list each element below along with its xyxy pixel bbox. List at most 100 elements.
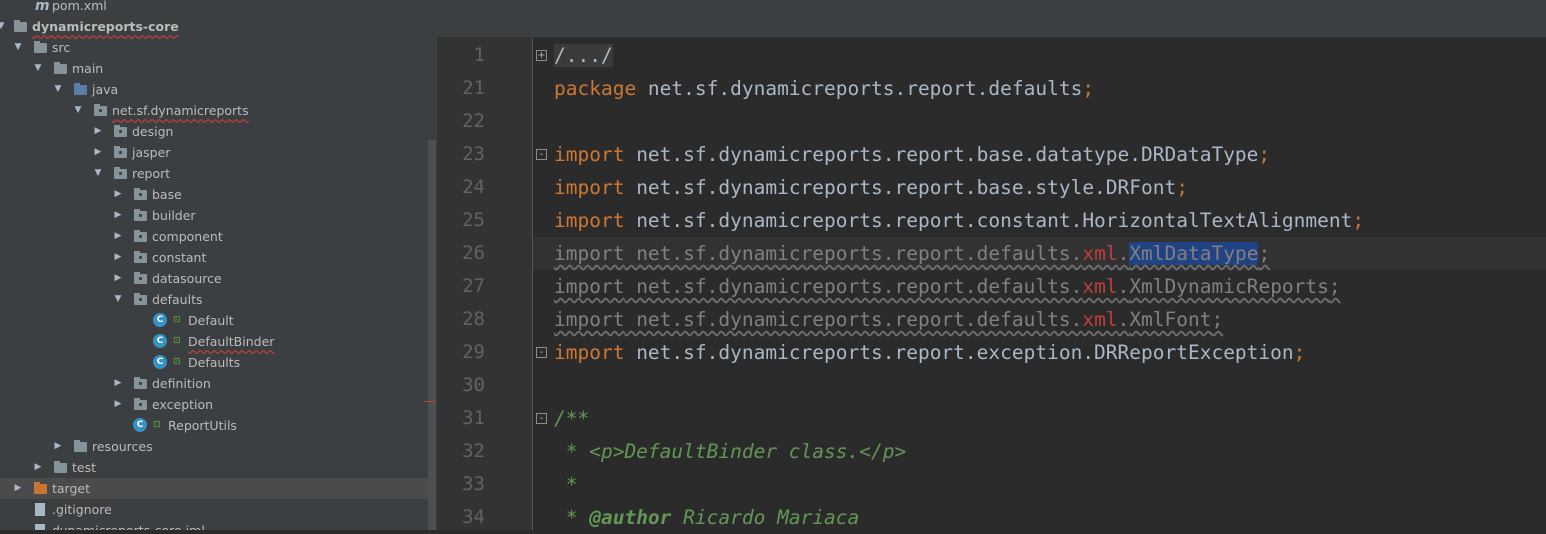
tree-item-net-sf-dynamicreports[interactable]: ▼ net.sf.dynamicreports: [0, 100, 428, 121]
tree-item-label: exception: [152, 397, 214, 412]
tree-item-report[interactable]: ▼ report: [0, 163, 428, 184]
dot: .: [1117, 308, 1130, 331]
tree-item-test[interactable]: ▶ test: [0, 457, 428, 478]
code-line-33[interactable]: *: [554, 468, 578, 501]
chevron-right-icon[interactable]: ▶: [113, 268, 123, 289]
tree-item-builder[interactable]: ▶ builder: [0, 205, 428, 226]
code-line-25[interactable]: import net.sf.dynamicreports.report.cons…: [554, 204, 1364, 237]
package-icon: [114, 125, 127, 137]
semicolon: ;: [1082, 77, 1095, 100]
project-tree[interactable]: m pom.xml ▼ dynamicreports-core ▼ src ▼ …: [0, 0, 437, 530]
code-line-27[interactable]: import net.sf.dynamicreports.report.defa…: [554, 270, 1341, 303]
package-path: net.sf.dynamicreports.report.defaults: [636, 77, 1083, 100]
code-line-31[interactable]: /**: [554, 402, 589, 435]
tree-item-datasource[interactable]: ▶ datasource: [0, 268, 428, 289]
line-number: 1: [473, 44, 485, 66]
tree-item-definition[interactable]: ▶ definition: [0, 373, 428, 394]
code-line-34[interactable]: * @author Ricardo Mariaca: [554, 501, 860, 534]
chevron-down-icon[interactable]: ▼: [13, 37, 23, 58]
import-path: net.sf.dynamicreports.report.constant.Ho…: [624, 209, 1353, 232]
chevron-down-icon[interactable]: ▼: [113, 289, 123, 310]
line-number: 24: [462, 176, 485, 198]
folder-icon: [34, 41, 47, 53]
line-number: 26: [462, 242, 485, 264]
code-line-21[interactable]: package net.sf.dynamicreports.report.def…: [554, 72, 1094, 105]
chevron-right-icon[interactable]: ▶: [93, 121, 103, 142]
tree-item-dynamicreports-core[interactable]: ▼ dynamicreports-core: [0, 16, 428, 37]
chevron-right-icon[interactable]: ▶: [33, 457, 43, 478]
tree-item-label: target: [52, 481, 91, 496]
chevron-right-icon[interactable]: ▶: [113, 205, 123, 226]
tree-item-target[interactable]: ▶ target: [0, 478, 428, 499]
chevron-right-icon[interactable]: ▶: [13, 478, 23, 499]
chevron-down-icon[interactable]: ▼: [73, 100, 83, 121]
chevron-down-icon[interactable]: ▼: [53, 79, 63, 100]
package-icon: [134, 377, 147, 389]
tree-item-constant[interactable]: ▶ constant: [0, 247, 428, 268]
code-line-29[interactable]: import net.sf.dynamicreports.report.exce…: [554, 336, 1305, 369]
tree-item-label: src: [52, 40, 71, 55]
tree-item-pom-xml[interactable]: m pom.xml: [0, 0, 428, 16]
tree-item-label: constant: [152, 250, 207, 265]
tree-item-src[interactable]: ▼ src: [0, 37, 428, 58]
code-editor[interactable]: 1 21 22 23 24 25 26 27 28 29 30 31 32 33…: [437, 0, 1546, 530]
chevron-down-icon[interactable]: ▼: [93, 163, 103, 184]
class-name: XmlDynamicReports: [1129, 275, 1329, 298]
tree-item-label: dynamicreports-core.iml: [52, 520, 205, 530]
fold-collapse-icon[interactable]: -: [536, 413, 547, 424]
chevron-right-icon[interactable]: ▶: [53, 436, 63, 457]
tree-item-label: pom.xml: [52, 0, 107, 13]
tree-item-label: .gitignore: [52, 502, 112, 517]
tree-item-reportutils[interactable]: C ⊡ ReportUtils: [0, 415, 428, 436]
tree-item-gitignore[interactable]: .gitignore: [0, 499, 428, 520]
chevron-down-icon[interactable]: ▼: [0, 16, 6, 37]
tree-item-iml[interactable]: dynamicreports-core.iml: [0, 520, 428, 530]
code-line-23[interactable]: import net.sf.dynamicreports.report.base…: [554, 138, 1270, 171]
tree-item-jasper[interactable]: ▶ jasper: [0, 142, 428, 163]
code-line-1[interactable]: /.../: [554, 39, 613, 72]
chevron-right-icon[interactable]: ▶: [113, 373, 123, 394]
tree-scrollbar[interactable]: [428, 140, 436, 530]
tree-item-design[interactable]: ▶ design: [0, 121, 428, 142]
package-icon: [114, 167, 127, 179]
tree-item-defaultbinder[interactable]: C ⊡ DefaultBinder: [0, 331, 428, 352]
import-path: net.sf.dynamicreports.report.defaults.: [624, 242, 1083, 265]
semicolon: ;: [1211, 308, 1224, 331]
tree-item-exception[interactable]: ▶ exception: [0, 394, 428, 415]
tree-item-label: jasper: [132, 145, 171, 160]
chevron-right-icon[interactable]: ▶: [113, 394, 123, 415]
dot: .: [1117, 242, 1130, 265]
class-icon: C: [133, 418, 147, 432]
code-line-32[interactable]: * <p>DefaultBinder class.</p>: [554, 435, 906, 468]
tree-item-defaults-class[interactable]: C ⊡ Defaults: [0, 352, 428, 373]
fold-collapse-icon[interactable]: -: [536, 149, 547, 160]
tree-item-base[interactable]: ▶ base: [0, 184, 428, 205]
chevron-right-icon[interactable]: ▶: [93, 142, 103, 163]
chevron-right-icon[interactable]: ▶: [113, 184, 123, 205]
collapsed-region[interactable]: /.../: [554, 44, 613, 67]
package-icon: [134, 209, 147, 221]
chevron-right-icon[interactable]: ▶: [113, 247, 123, 268]
line-number: 23: [462, 143, 485, 165]
package-icon: [114, 146, 127, 158]
code-line-24[interactable]: import net.sf.dynamicreports.report.base…: [554, 171, 1188, 204]
tree-item-default[interactable]: C ⊡ Default: [0, 310, 428, 331]
chevron-right-icon[interactable]: ▶: [113, 226, 123, 247]
fold-collapse-icon[interactable]: -: [536, 347, 547, 358]
tree-item-java[interactable]: ▼ java: [0, 79, 428, 100]
tree-item-resources[interactable]: ▶ resources: [0, 436, 428, 457]
code-line-26[interactable]: import net.sf.dynamicreports.report.defa…: [554, 237, 1270, 270]
tree-item-label: base: [152, 187, 182, 202]
chevron-down-icon[interactable]: ▼: [33, 58, 43, 79]
tree-item-main[interactable]: ▼ main: [0, 58, 428, 79]
tree-item-component[interactable]: ▶ component: [0, 226, 428, 247]
line-number: 27: [462, 275, 485, 297]
editor-tab-bar: [437, 0, 1546, 38]
unused-import: import net.sf.dynamicreports.report.defa…: [554, 308, 1223, 331]
tree-item-defaults[interactable]: ▼ defaults: [0, 289, 428, 310]
code-line-28[interactable]: import net.sf.dynamicreports.report.defa…: [554, 303, 1223, 336]
tree-item-label: Defaults: [188, 355, 241, 370]
keyword: import: [554, 242, 625, 265]
fold-expand-icon[interactable]: +: [536, 50, 547, 61]
tree-item-label: java: [92, 82, 119, 97]
